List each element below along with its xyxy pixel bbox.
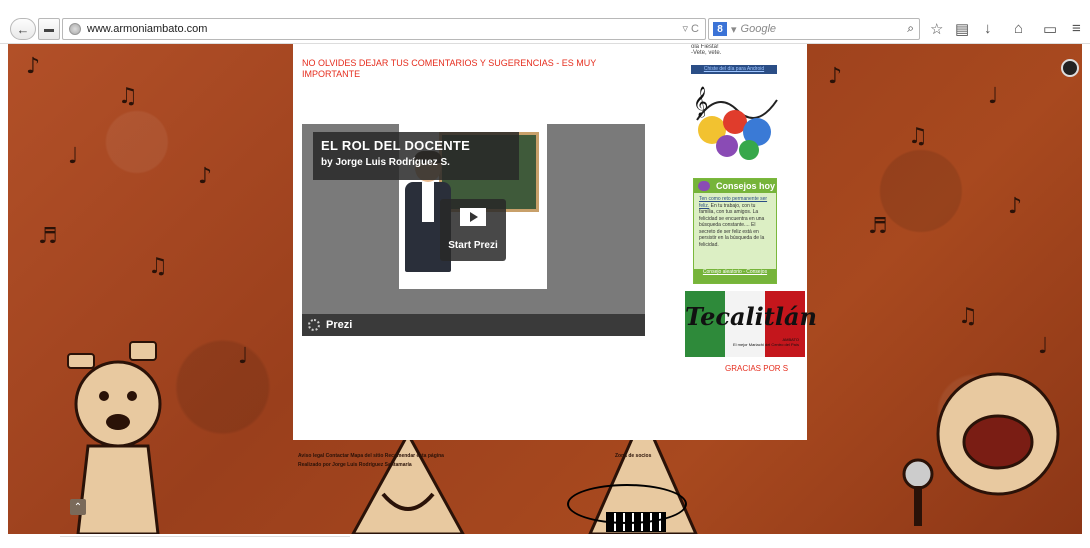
right-sidebar: ola Fiesta! -Vete, vete. Chiste del día … <box>677 44 817 440</box>
tab-groups-button[interactable]: ▬ <box>38 18 60 40</box>
globe-icon <box>69 23 81 35</box>
banner-tagline: AMBATO El mejor Mariachi del Centro del … <box>732 337 799 347</box>
music-note-icon: ♪ <box>828 64 843 89</box>
back-button[interactable]: ← <box>10 18 36 40</box>
prezi-author: by Jorge Luis Rodríguez S. <box>321 157 450 168</box>
banner-title: Tecalitlán <box>685 302 817 331</box>
colorful-music-notes-image: 𝄞 <box>693 86 778 160</box>
main-content: NO OLVIDES DEJAR TUS COMENTARIOS Y SUGER… <box>293 44 817 440</box>
download-icon[interactable]: ↓ <box>984 20 992 37</box>
url-bar[interactable]: www.armoniambato.com ▿ C <box>62 18 706 40</box>
gracias-text: GRACIAS POR S <box>725 364 789 373</box>
play-icon <box>460 208 486 226</box>
scroll-to-top-button[interactable]: ⌃ <box>70 499 86 515</box>
footer-links: Aviso legal Contactar Mapa del sitio Rec… <box>298 453 444 468</box>
zona-socios-link[interactable]: Zona de socios <box>615 453 651 459</box>
browser-toolbar: ← ▬ www.armoniambato.com ▿ C 8 ▾ Google … <box>0 14 1090 44</box>
window-icon[interactable]: ▭ <box>1043 20 1057 38</box>
search-bar[interactable]: 8 ▾ Google ⌕ <box>708 18 920 40</box>
divider <box>60 536 350 537</box>
music-note-icon: ♬ <box>868 214 888 239</box>
music-note-icon: ♫ <box>958 304 978 329</box>
back-arrow-icon: ← <box>16 21 30 37</box>
music-note-icon: ♩ <box>1038 334 1049 359</box>
search-icon[interactable]: ⌕ <box>907 21 914 36</box>
prezi-bottom-bar: Prezi <box>302 314 645 336</box>
svg-text:𝄞: 𝄞 <box>693 86 708 118</box>
music-note-icon: ♪ <box>26 54 41 79</box>
annotation-circle <box>567 484 687 524</box>
singer-illustration <box>902 372 1060 526</box>
prezi-title-box: EL ROL DEL DOCENTE by Jorge Luis Rodrígu… <box>313 132 519 180</box>
prezi-logo-icon <box>308 319 320 331</box>
consejos-widget: Consejos hoy Ten como reto permanente se… <box>693 178 777 284</box>
prezi-embed[interactable]: EL ROL DEL DOCENTE by Jorge Luis Rodrígu… <box>302 124 645 336</box>
android-joke-link[interactable]: Chiste del día para Android <box>691 65 777 74</box>
consejos-body: Ten como reto permanente ser feliz. En t… <box>694 193 776 251</box>
music-note-icon: ♩ <box>68 144 79 169</box>
widget-toggle-icon[interactable] <box>1061 59 1079 77</box>
consejo-text: En tu trabajo, con tu familia, con tus a… <box>699 202 765 248</box>
joke-snippet: ola Fiesta! -Vete, vete. <box>691 44 722 56</box>
comments-notice: NO OLVIDES DEJAR TUS COMENTARIOS Y SUGER… <box>302 58 597 79</box>
character-illustration <box>351 430 465 534</box>
page-background: ♪ ♫ ♩ ♪ ♬ ♫ ♩ ♪ ♫ ♩ ♬ ♪ ♫ ♩ NO OLVIDES D… <box>8 44 1082 534</box>
bookmark-star-icon[interactable]: ☆ <box>930 20 943 38</box>
music-note-icon: ♪ <box>198 164 213 189</box>
bookmarks-list-icon[interactable]: ▤ <box>955 20 969 38</box>
reload-icon[interactable]: ▿ C <box>682 22 699 35</box>
consejos-header: Consejos hoy <box>694 179 776 193</box>
search-placeholder: Google <box>740 23 777 35</box>
music-note-icon: ♬ <box>38 224 58 249</box>
music-note-icon: ♫ <box>908 124 928 149</box>
tab-groups-icon: ▬ <box>44 23 54 35</box>
home-icon[interactable]: ⌂ <box>1014 20 1023 37</box>
start-prezi-button[interactable]: Start Prezi <box>440 199 506 261</box>
prezi-title: EL ROL DEL DOCENTE <box>321 138 471 153</box>
consejos-badge-icon <box>698 181 710 191</box>
music-note-icon: ♩ <box>238 344 249 369</box>
consejo-aleatorio-link[interactable]: Consejo aleatorio - Consejos <box>694 269 776 283</box>
search-engine-dropdown-icon[interactable]: ▾ <box>731 23 737 36</box>
music-note-icon: ♫ <box>148 254 168 279</box>
menu-icon[interactable]: ≡ <box>1072 20 1081 37</box>
music-note-icon: ♫ <box>118 84 138 109</box>
start-prezi-label: Start Prezi <box>448 240 498 251</box>
prezi-brand[interactable]: Prezi <box>326 319 352 331</box>
music-note-icon: ♩ <box>988 84 999 109</box>
music-note-icon: ♪ <box>1008 194 1023 219</box>
google-icon: 8 <box>713 22 727 36</box>
url-text: www.armoniambato.com <box>87 23 208 35</box>
chevron-up-icon: ⌃ <box>73 501 83 513</box>
